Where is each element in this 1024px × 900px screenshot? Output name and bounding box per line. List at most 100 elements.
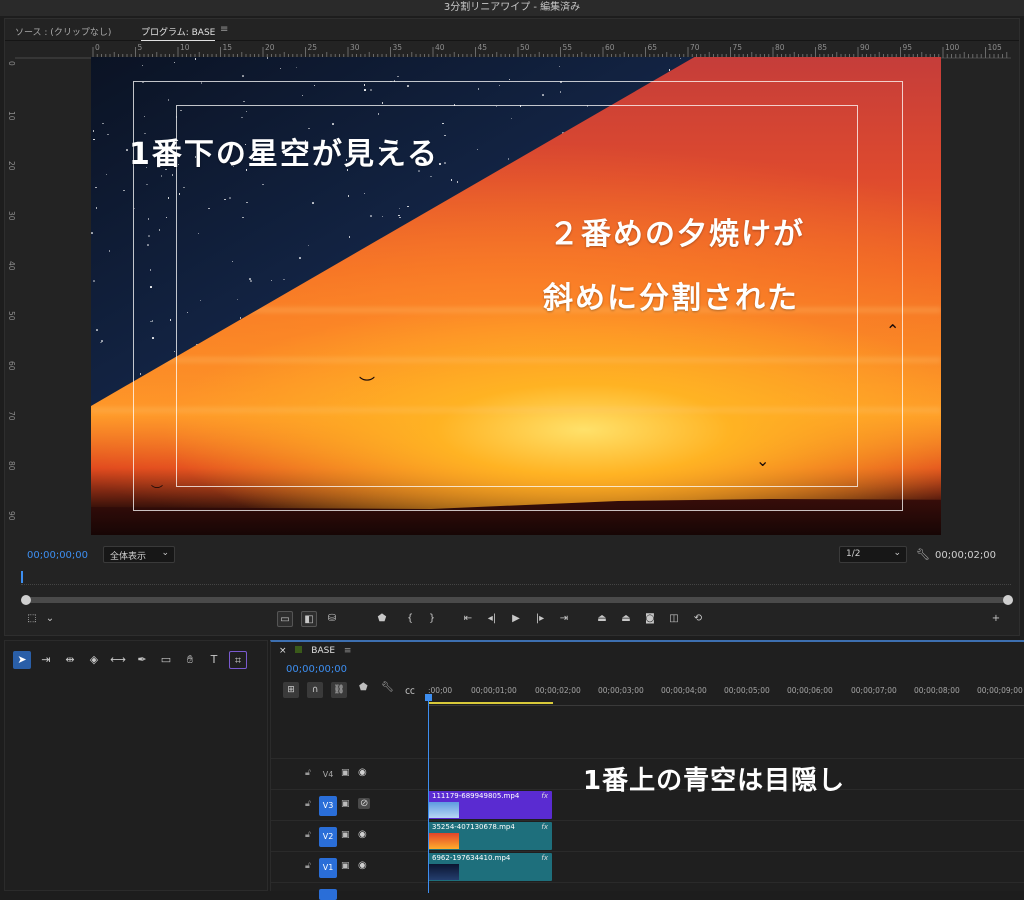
ripple-edit-tool-icon[interactable]: ⇹ xyxy=(61,651,79,669)
eye-icon[interactable]: ◉ xyxy=(358,767,367,778)
captions-icon[interactable]: ㏄ xyxy=(405,682,415,697)
lock-icon[interactable]: 🔓︎ xyxy=(305,768,311,778)
ruler-label: 95 xyxy=(902,43,913,52)
add-marker-icon[interactable]: ⬟ xyxy=(359,682,368,693)
current-timecode[interactable]: 00;00;00;00 xyxy=(27,550,88,561)
rectangle-tool-icon[interactable]: ▭ xyxy=(157,651,175,669)
proxy-toggle-icon[interactable]: ⛁ xyxy=(325,611,339,627)
zoom-scrollbar[interactable] xyxy=(21,595,1013,605)
sync-lock-icon[interactable]: ▣ xyxy=(341,830,350,840)
timeline-playhead-handle[interactable] xyxy=(425,694,432,701)
pen-tool-icon[interactable]: ✒︎ xyxy=(133,651,151,669)
overlay-text-sunset-1: ２番めの夕焼けが xyxy=(549,217,805,252)
track-select-tool-icon[interactable]: ⇥ xyxy=(37,651,55,669)
ruler-label: 0 xyxy=(95,43,100,52)
tab-sequence[interactable]: × BASE ≡ xyxy=(279,646,351,656)
ruler-label: 80 xyxy=(775,43,785,52)
monitor-time-ruler[interactable] xyxy=(21,571,1011,585)
clip-name: 6962-197634410.mp4 xyxy=(432,854,511,862)
zoom-fit-value: 全体表示 xyxy=(110,552,147,562)
selection-tool-icon[interactable]: ➤ xyxy=(13,651,31,669)
mark-out-icon[interactable]: } xyxy=(425,611,439,627)
settings-icon[interactable]: ⬚ xyxy=(25,611,39,627)
safe-margins-button[interactable]: ▭ xyxy=(277,611,293,627)
go-to-in-icon[interactable]: ⇤ xyxy=(461,611,475,627)
ruler-label: 30 xyxy=(350,43,360,52)
wrench-icon[interactable]: 🔧︎ xyxy=(381,682,394,693)
close-icon[interactable]: × xyxy=(279,646,287,656)
extract-icon[interactable]: ⏏ xyxy=(619,611,633,627)
star xyxy=(508,78,511,81)
ruler-label: 105 xyxy=(987,43,1002,52)
slip-tool-icon[interactable]: ⟷ xyxy=(109,651,127,669)
linked-selection-icon[interactable]: ⛓︎ xyxy=(331,682,347,698)
hamburger-icon[interactable]: ≡ xyxy=(344,646,352,656)
type-tool-icon[interactable]: T xyxy=(205,651,223,669)
lock-icon[interactable]: 🔓︎ xyxy=(305,861,311,871)
razor-tool-icon[interactable]: ◈ xyxy=(85,651,103,669)
work-area-bar[interactable] xyxy=(429,702,553,704)
snap-icon[interactable]: ∩ xyxy=(307,682,323,698)
ruler-label: 10 xyxy=(7,111,16,121)
sync-lock-icon[interactable]: ▣ xyxy=(341,861,350,871)
scrollbar-handle-left[interactable] xyxy=(21,595,31,605)
lock-icon[interactable]: 🔓︎ xyxy=(305,830,311,840)
add-marker-icon[interactable]: ⬟ xyxy=(375,611,389,627)
clip-v2[interactable]: 35254-407130678.mp4 fx xyxy=(428,822,552,850)
track-target-v2[interactable]: V2 xyxy=(319,827,337,847)
hamburger-icon[interactable]: ≡ xyxy=(220,24,228,35)
playback-resolution-select[interactable]: 1/2 ⌄ xyxy=(839,546,907,563)
tab-program[interactable]: プログラム: BASE xyxy=(141,25,216,41)
zoom-fit-select[interactable]: 全体表示 ⌄ xyxy=(103,546,175,563)
lift-icon[interactable]: ⏏ xyxy=(595,611,609,627)
track-v1: 🔓︎ V1 ▣ ◉ 6962-197634410.mp4 fx xyxy=(271,851,1024,881)
clip-thumbnail xyxy=(429,864,459,880)
monitor-playhead[interactable] xyxy=(21,571,23,583)
ruler-label: 85 xyxy=(817,43,828,52)
clip-v3[interactable]: 111179-689949805.mp4 fx xyxy=(428,791,552,819)
clip-thumbnail xyxy=(429,802,459,818)
monitor-tabs: ソース : (クリップなし) プログラム: BASE ≡ xyxy=(5,19,1019,41)
clip-v1[interactable]: 6962-197634410.mp4 fx xyxy=(428,853,552,881)
comparison-view-button[interactable]: ◧ xyxy=(301,611,317,627)
ruler-label: 20 xyxy=(7,161,16,171)
vr-icon[interactable]: ⟲ xyxy=(691,611,705,627)
timeline-playhead[interactable] xyxy=(428,698,429,893)
star xyxy=(173,61,176,64)
eye-icon[interactable]: ◉ xyxy=(358,860,367,871)
step-back-icon[interactable]: ◂| xyxy=(485,611,499,627)
overlay-text-sunset-2: 斜めに分割された xyxy=(543,281,799,316)
timeline-timecode[interactable]: 00;00;00;00 xyxy=(286,664,347,675)
track-target-v3[interactable]: V3 xyxy=(319,796,337,816)
track-target-v1[interactable]: V1 xyxy=(319,858,337,878)
track-target-v4[interactable]: V4 xyxy=(319,765,337,785)
wrench-icon[interactable]: 🔧︎ xyxy=(916,548,930,561)
add-button-icon[interactable]: + xyxy=(989,611,1003,627)
sync-lock-icon[interactable]: ▣ xyxy=(341,768,350,778)
sync-lock-icon[interactable]: ▣ xyxy=(341,799,350,809)
star xyxy=(558,65,561,68)
nest-sequence-icon[interactable]: ⊞ xyxy=(283,682,299,698)
chevron-down-icon: ⌄ xyxy=(161,548,169,558)
transport-controls: ⬚ ⌄ ▭ ◧ ⛁ ⬟ { } ⇤ ◂| ▶ |▸ ⇥ ⏏ ⏏ ◙ ◫ ⟲ + xyxy=(5,611,1019,629)
chevron-down-icon[interactable]: ⌄ xyxy=(43,611,57,627)
camera-icon[interactable]: ◙ xyxy=(643,611,657,627)
step-forward-icon[interactable]: |▸ xyxy=(533,611,547,627)
eye-hidden-icon[interactable]: ⊘ xyxy=(358,798,371,809)
clip-thumbnail xyxy=(429,833,459,849)
lock-icon[interactable]: 🔓︎ xyxy=(305,799,311,809)
timeline-ruler-label: 00;00;01;00 xyxy=(471,686,517,695)
video-frame: 1番下の星空が見える ２番めの夕焼けが 斜めに分割された ︶ ⌃ ⌄ ︶ xyxy=(91,57,941,535)
hand-tool-icon[interactable]: ✋︎ xyxy=(181,651,199,669)
scrollbar-handle-right[interactable] xyxy=(1003,595,1013,605)
mark-in-icon[interactable]: { xyxy=(403,611,417,627)
eye-icon[interactable]: ◉ xyxy=(358,829,367,840)
timeline-annotation: 1番上の青空は目隠し xyxy=(583,766,846,796)
tab-source[interactable]: ソース : (クリップなし) xyxy=(15,25,111,38)
caption-tool-icon[interactable]: ⌗ xyxy=(229,651,247,669)
star xyxy=(102,122,104,125)
play-icon[interactable]: ▶ xyxy=(509,611,523,627)
ruler-label: 20 xyxy=(265,43,275,52)
go-to-out-icon[interactable]: ⇥ xyxy=(557,611,571,627)
comparison-icon[interactable]: ◫ xyxy=(667,611,681,627)
